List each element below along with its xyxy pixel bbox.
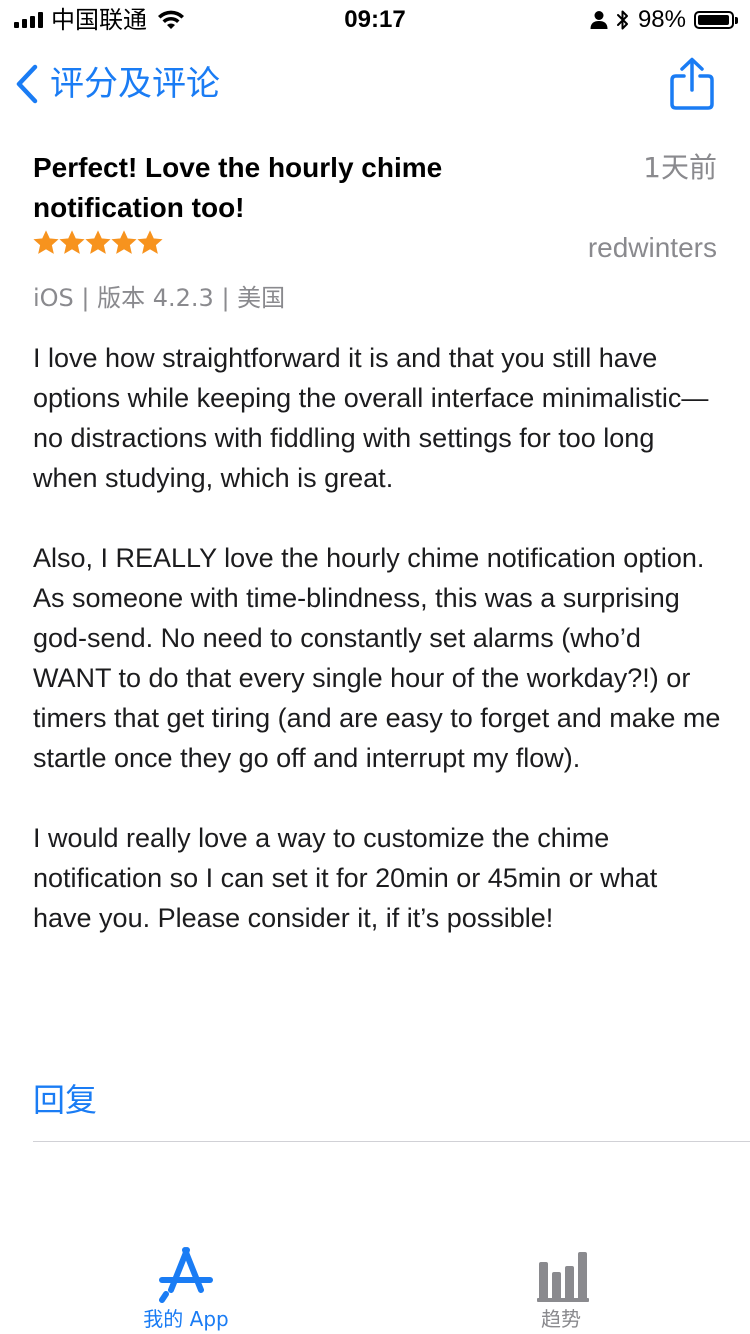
tab-label: 我的 App [143, 1307, 229, 1331]
back-button[interactable]: 评分及评论 [14, 60, 220, 108]
review-paragraph: Also, I REALLY love the hourly chime not… [33, 543, 721, 773]
bar-chart-icon [537, 1252, 589, 1302]
divider [33, 1141, 750, 1142]
status-bar: 中国联通 09:17 98% [0, 0, 750, 40]
battery-icon [694, 11, 738, 29]
tab-trends[interactable]: 趋势 [461, 1230, 661, 1334]
star-icon [111, 230, 137, 254]
battery-body [694, 11, 734, 29]
star-icon [85, 230, 111, 254]
star-icon [137, 230, 163, 254]
review-title: Perfect! Love the hourly chime notificat… [33, 152, 443, 223]
star-icon [59, 230, 85, 254]
battery-fill [698, 15, 730, 25]
reply-button[interactable]: 回复 [33, 1076, 97, 1124]
tab-label: 趋势 [541, 1307, 581, 1331]
tab-my-apps[interactable]: 我的 App [86, 1230, 286, 1334]
share-icon [670, 57, 714, 110]
review-paragraph: I would really love a way to customize t… [33, 823, 658, 933]
bluetooth-icon [616, 10, 628, 30]
back-title: 评分及评论 [50, 64, 220, 104]
status-right: 98% [590, 6, 738, 34]
app-store-icon [159, 1247, 213, 1303]
person-icon [590, 11, 608, 29]
battery-cap [735, 16, 738, 24]
chevron-left-icon [16, 64, 38, 104]
review-date: 1天前 [643, 151, 717, 184]
share-button[interactable] [666, 56, 718, 112]
review-body: I love how straightforward it is and tha… [33, 338, 723, 978]
star-icon [33, 230, 59, 254]
navigation-bar: 评分及评论 [0, 44, 750, 124]
battery-percent: 98% [637, 6, 686, 33]
review-meta: iOS | 版本 4.2.3 | 美国 [33, 284, 286, 312]
review-paragraph: I love how straightforward it is and tha… [33, 343, 709, 493]
tab-bar: 我的 App 趋势 [0, 1230, 750, 1334]
star-rating [33, 230, 163, 264]
review-author: redwinters [587, 232, 717, 263]
